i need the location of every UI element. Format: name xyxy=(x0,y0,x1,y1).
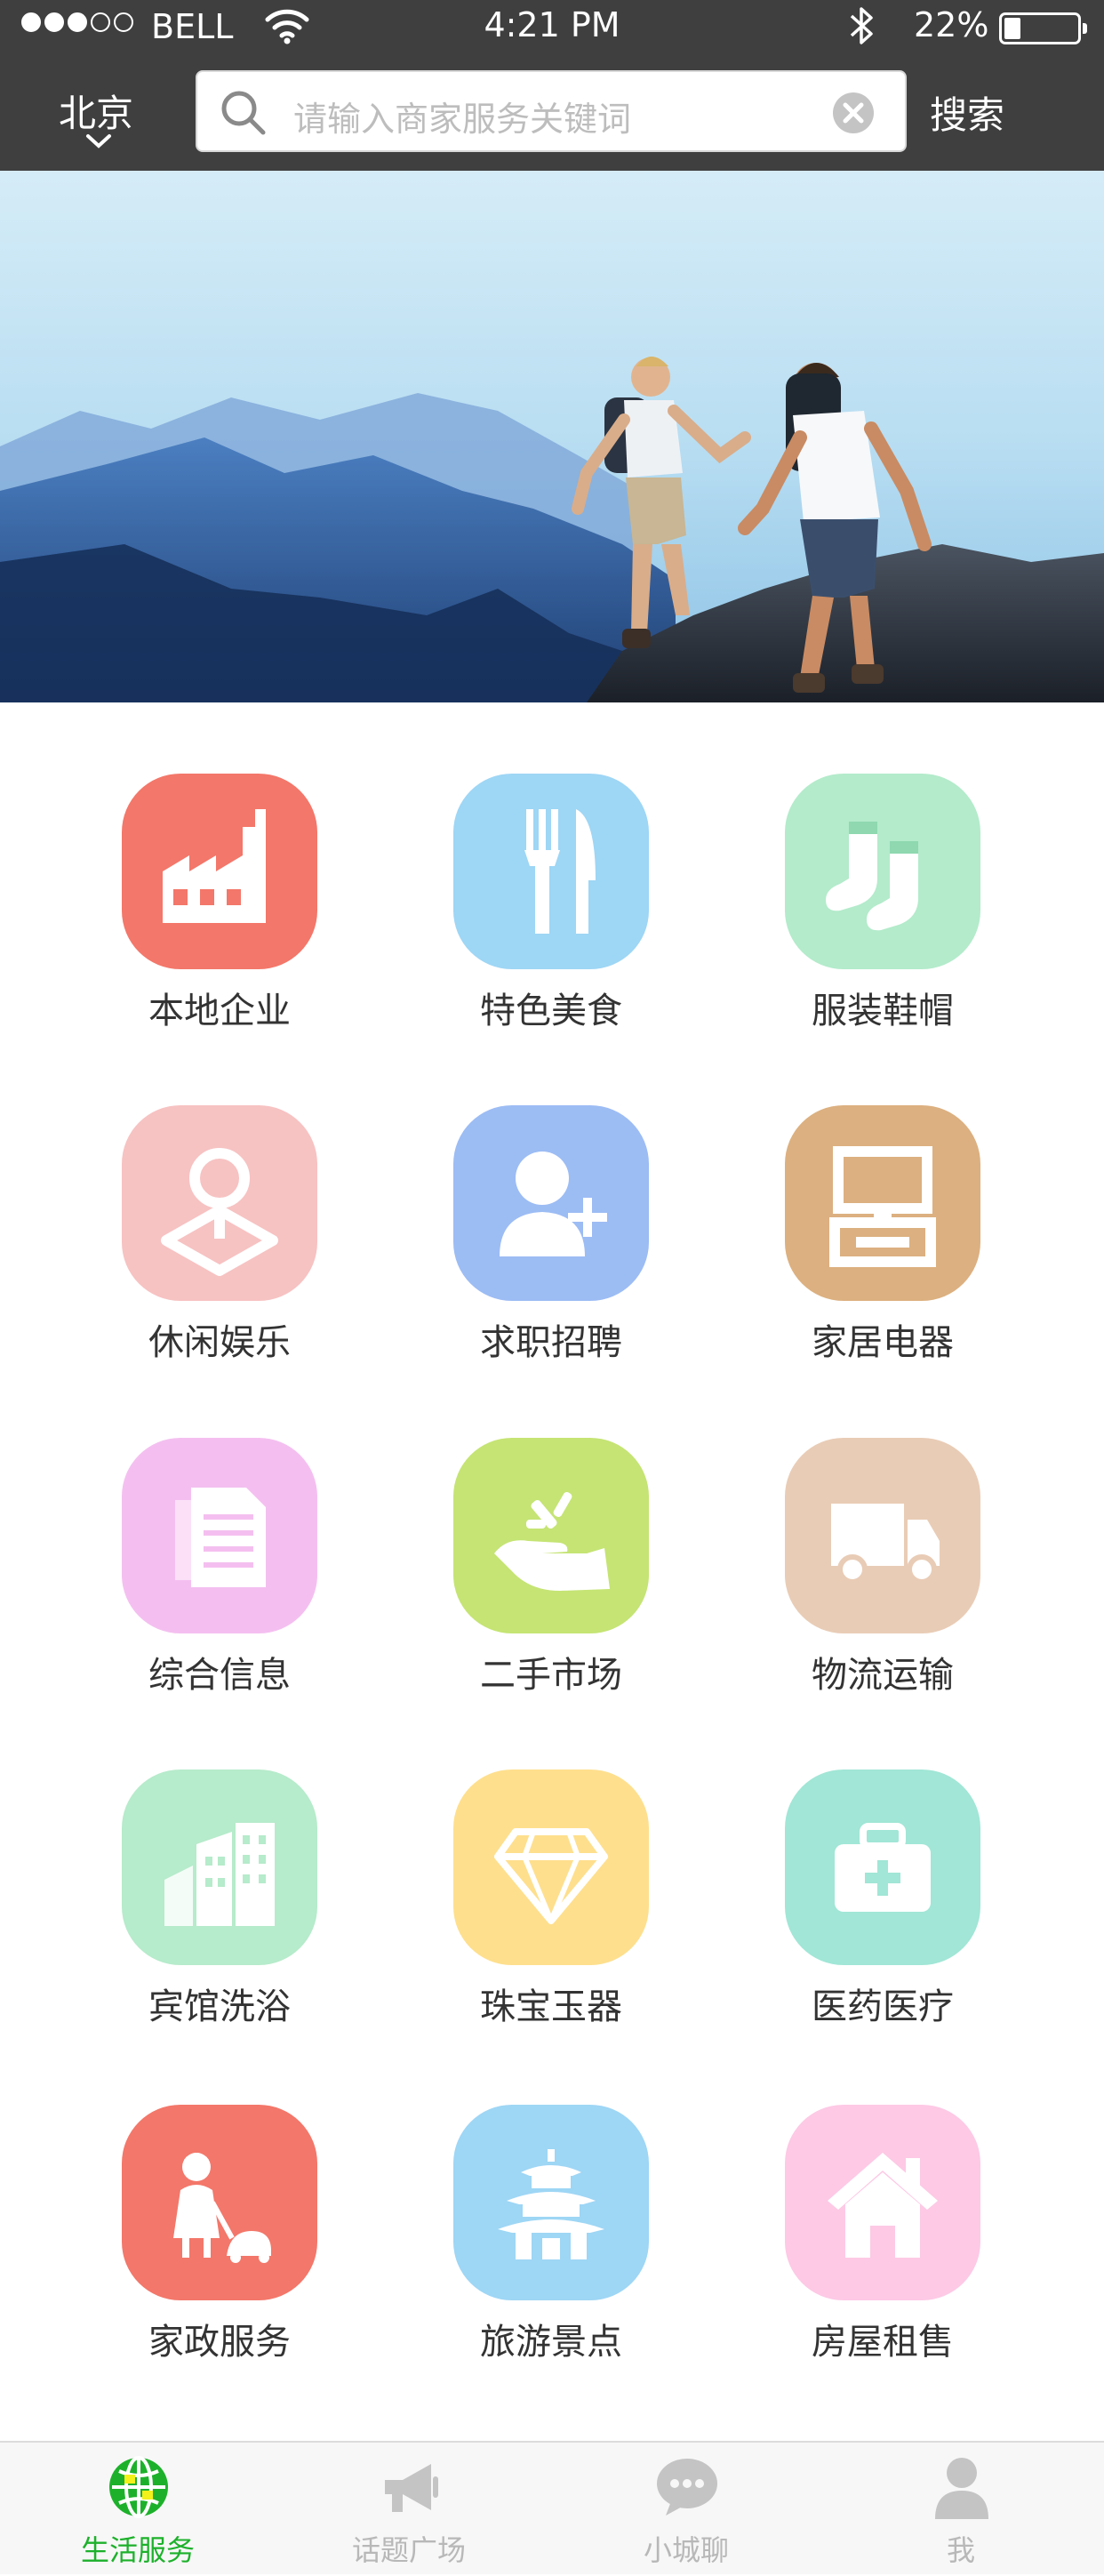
tab-label: 小城聊 xyxy=(643,2533,729,2567)
globe-icon xyxy=(109,2456,168,2518)
tab-label: 话题广场 xyxy=(351,2533,466,2567)
truck-icon xyxy=(831,1504,940,1585)
category-tile[interactable] xyxy=(453,774,649,969)
appliance-icon xyxy=(829,1146,936,1267)
category-information[interactable]: 综合信息 xyxy=(48,1438,341,1722)
category-label: 综合信息 xyxy=(148,1655,291,1696)
category-clothing[interactable]: 服装鞋帽 xyxy=(711,774,1004,1058)
category-food[interactable]: 特色美食 xyxy=(380,774,673,1058)
category-label: 求职招聘 xyxy=(480,1322,622,1363)
category-tile[interactable] xyxy=(453,1769,649,1965)
battery-fill xyxy=(1004,18,1020,39)
category-medical[interactable]: 医药医疗 xyxy=(711,1769,1004,2054)
category-hotels[interactable]: 宾馆洗浴 xyxy=(48,1769,341,2054)
category-second-hand[interactable]: 二手市场 xyxy=(380,1438,673,1722)
category-tile[interactable] xyxy=(785,1438,980,1633)
category-label: 本地企业 xyxy=(148,991,291,1031)
category-label: 服装鞋帽 xyxy=(812,991,954,1031)
search-button[interactable]: 搜索 xyxy=(930,85,1004,140)
category-housekeeping[interactable]: 家政服务 xyxy=(48,2105,341,2389)
category-tile[interactable] xyxy=(785,1769,980,1965)
category-label: 房屋租售 xyxy=(812,2322,954,2363)
megaphone-icon xyxy=(385,2464,438,2512)
pagoda-icon xyxy=(498,2149,604,2259)
factory-icon xyxy=(163,809,266,923)
tab-me[interactable]: 我 xyxy=(823,2443,1099,2576)
tab-life-services[interactable]: 生活服务 xyxy=(0,2443,276,2576)
category-label: 家政服务 xyxy=(148,2322,291,2363)
category-jewelry[interactable]: 珠宝玉器 xyxy=(380,1769,673,2054)
person-icon xyxy=(935,2458,988,2519)
category-tile[interactable] xyxy=(122,1769,317,1965)
category-label: 休闲娱乐 xyxy=(148,1322,291,1363)
location-pin-icon xyxy=(161,1148,278,1276)
add-user-icon xyxy=(500,1152,607,1256)
socks-icon xyxy=(826,822,918,931)
category-label: 物流运输 xyxy=(812,1655,954,1696)
category-leisure[interactable]: 休闲娱乐 xyxy=(48,1105,341,1390)
category-home-appliances[interactable]: 家居电器 xyxy=(711,1105,1004,1390)
top-bar: BELL 4:21 PM 22% 北京 请输入商家服务关键词 搜索 xyxy=(0,0,1104,171)
search-input[interactable]: 请输入商家服务关键词 xyxy=(196,70,907,152)
category-label: 宾馆洗浴 xyxy=(148,1986,291,2027)
category-tile[interactable] xyxy=(453,2105,649,2300)
tab-topic-square[interactable]: 话题广场 xyxy=(271,2443,547,2576)
battery-nub xyxy=(1083,23,1087,34)
diamond-icon xyxy=(494,1828,608,1924)
battery-icon xyxy=(999,12,1087,44)
category-tile[interactable] xyxy=(122,774,317,969)
category-tile[interactable] xyxy=(785,774,980,969)
hand-icon xyxy=(494,1491,610,1591)
category-jobs[interactable]: 求职招聘 xyxy=(380,1105,673,1390)
category-real-estate[interactable]: 房屋租售 xyxy=(711,2105,1004,2389)
category-label: 医药医疗 xyxy=(812,1986,954,2027)
category-tile[interactable] xyxy=(785,2105,980,2300)
battery-percentage: 22% xyxy=(914,5,989,44)
status-bar: BELL 4:21 PM 22% xyxy=(0,0,1104,55)
category-tile[interactable] xyxy=(122,2105,317,2300)
category-tile[interactable] xyxy=(453,1438,649,1633)
search-icon xyxy=(219,88,268,141)
category-label: 珠宝玉器 xyxy=(480,1986,622,2027)
chat-bubble-icon xyxy=(657,2459,717,2516)
building-icon xyxy=(164,1823,275,1926)
document-icon xyxy=(175,1488,266,1587)
category-label: 特色美食 xyxy=(480,991,622,1031)
category-tile[interactable] xyxy=(122,1105,317,1301)
category-label: 旅游景点 xyxy=(480,2322,622,2363)
category-label: 家居电器 xyxy=(812,1322,954,1363)
city-selector[interactable]: 北京 xyxy=(59,84,133,138)
category-tourism[interactable]: 旅游景点 xyxy=(380,2105,673,2389)
hikers-banner-image[interactable] xyxy=(0,171,1104,702)
category-tile[interactable] xyxy=(122,1438,317,1633)
fork-knife-icon xyxy=(524,809,596,934)
house-icon xyxy=(828,2153,938,2258)
tab-town-chat[interactable]: 小城聊 xyxy=(548,2443,824,2576)
search-placeholder: 请输入商家服务关键词 xyxy=(293,100,632,139)
bluetooth-icon xyxy=(846,4,878,56)
category-label: 二手市场 xyxy=(480,1655,622,1696)
clear-icon[interactable] xyxy=(832,92,875,138)
tab-label: 我 xyxy=(946,2533,975,2567)
bottom-tab-bar: 生活服务 话题广场 小城聊 我 xyxy=(0,2441,1104,2574)
category-tile[interactable] xyxy=(453,1105,649,1301)
housekeeping-icon xyxy=(173,2153,271,2263)
category-local-business[interactable]: 本地企业 xyxy=(48,774,341,1058)
medical-kit-icon xyxy=(835,1823,931,1912)
chevron-down-icon[interactable] xyxy=(85,133,112,153)
category-tile[interactable] xyxy=(785,1105,980,1301)
category-logistics[interactable]: 物流运输 xyxy=(711,1438,1004,1722)
tab-label: 生活服务 xyxy=(80,2533,195,2567)
